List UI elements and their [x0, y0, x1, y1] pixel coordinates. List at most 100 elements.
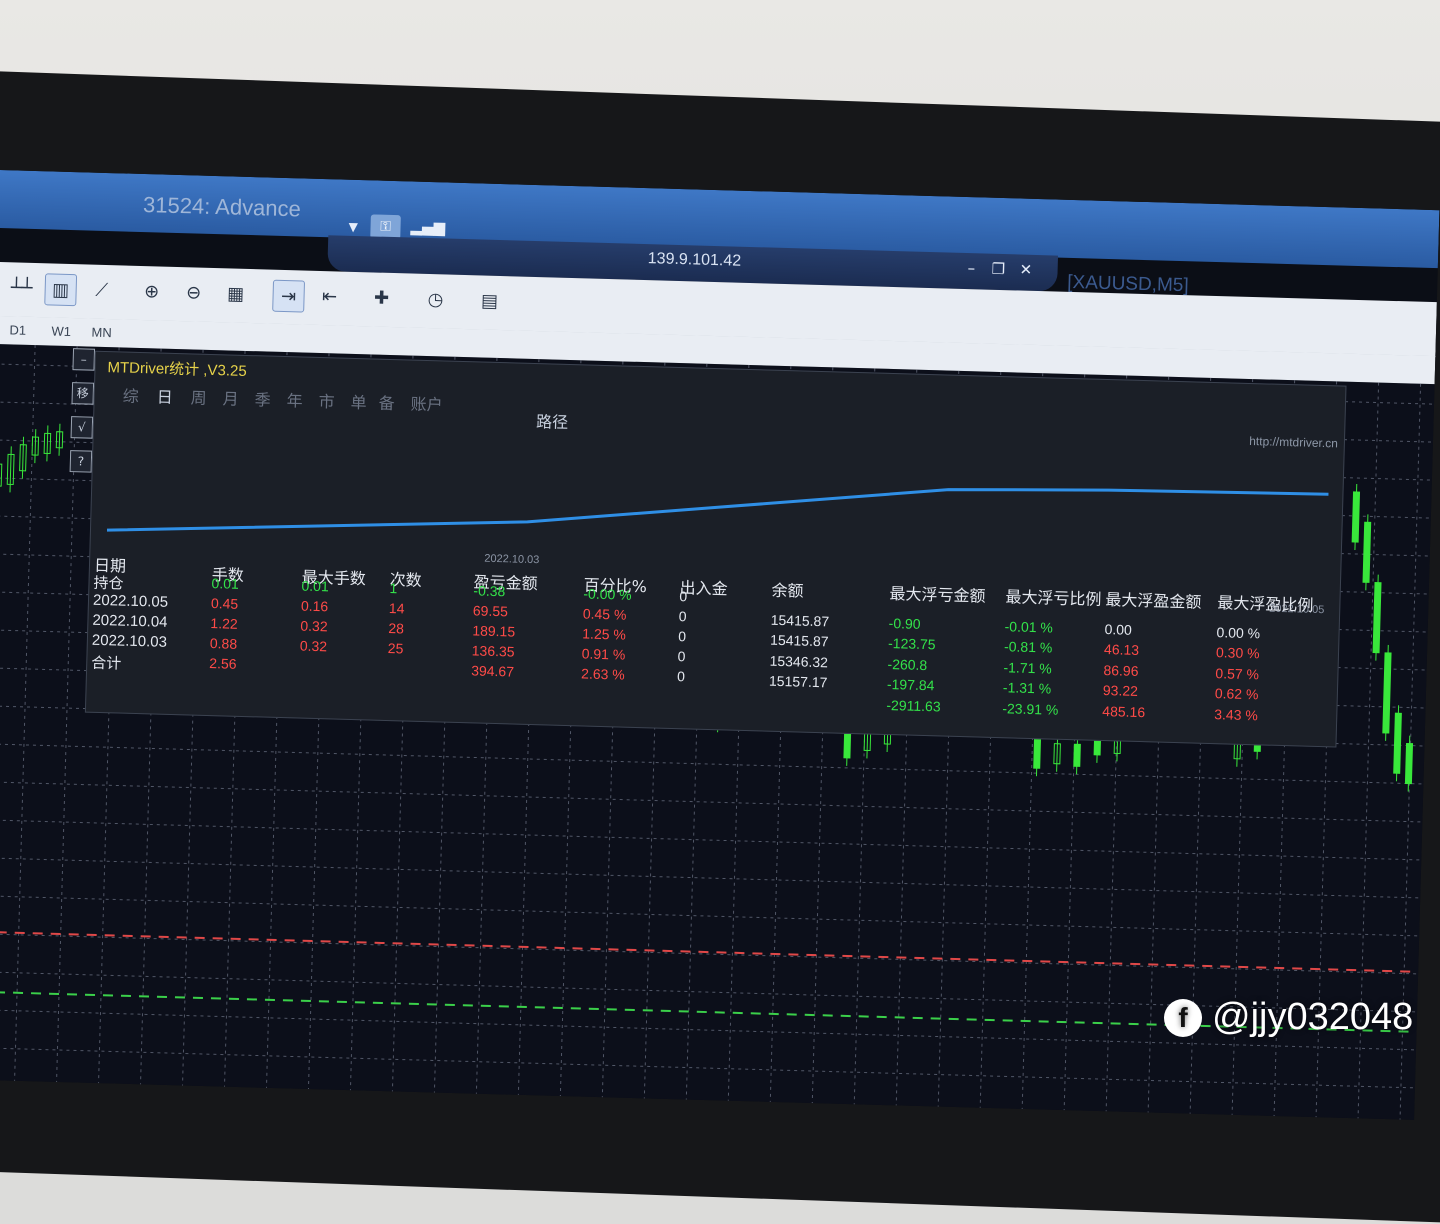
- stats-panel: MTDriver统计 ,V3.25 综 日 周 月 季 年 市 单 备 账户 路…: [84, 350, 1347, 748]
- menu-day[interactable]: 日: [156, 383, 173, 407]
- table-cell: 1: [389, 580, 398, 597]
- zoom-out-icon[interactable]: ⊖: [178, 277, 209, 308]
- restore-button[interactable]: ❐: [991, 260, 1005, 278]
- candle: [1382, 644, 1392, 741]
- signal-icon[interactable]: ▂▄▆: [410, 217, 445, 236]
- menu-month[interactable]: 月: [222, 385, 239, 409]
- table-cell: 86.96: [1103, 661, 1139, 679]
- menu-note[interactable]: 备: [378, 390, 395, 414]
- periods-icon[interactable]: ◷: [420, 284, 451, 315]
- panel-collapse-button[interactable]: –: [72, 348, 96, 371]
- menu-market[interactable]: 市: [318, 388, 335, 412]
- table-cell: 0.91 %: [581, 645, 626, 663]
- menu-account[interactable]: 账户: [410, 391, 443, 416]
- remote-display-icon[interactable]: ⚿: [370, 214, 401, 240]
- table-cell: 0.30 %: [1215, 644, 1260, 662]
- table-cell: 0: [677, 648, 686, 665]
- grid-line: [0, 819, 1422, 861]
- table-cell: 0: [678, 608, 687, 625]
- table-cell: 合计: [91, 654, 122, 673]
- templates-icon[interactable]: ▤: [474, 285, 505, 316]
- table-cell: -123.75: [887, 635, 936, 653]
- watermark: f @jjy032048: [1164, 996, 1413, 1039]
- table-cell: -0.01 %: [1004, 617, 1054, 636]
- table-cell: -2911.63: [886, 696, 941, 715]
- bar-chart-icon[interactable]: ┴┴: [6, 272, 37, 303]
- indicators-icon[interactable]: ✚: [366, 282, 397, 313]
- table-cell: -0.81 %: [1003, 638, 1053, 656]
- timeframe-mn[interactable]: MN: [91, 325, 112, 341]
- panel-move-button[interactable]: 移: [71, 382, 95, 405]
- table-cell: 持仓: [93, 574, 124, 593]
- candle: [1404, 735, 1414, 792]
- table-cell: 394.67: [470, 662, 515, 680]
- minimize-button[interactable]: –: [967, 259, 975, 277]
- grid-line: [0, 857, 1421, 899]
- table-cell: 0.01: [211, 575, 240, 592]
- chevron-down-icon[interactable]: ▼: [348, 220, 358, 234]
- menu-week[interactable]: 周: [190, 384, 207, 408]
- candlestick-icon[interactable]: ▥: [44, 273, 78, 307]
- table-cell: 2.56: [209, 655, 237, 672]
- candle: [1372, 574, 1382, 661]
- table-cell: 14: [388, 600, 405, 617]
- table-cell: 2022.10.04: [92, 611, 168, 631]
- candle: [1393, 705, 1402, 782]
- candle: [1053, 735, 1061, 772]
- table-cell: 0.45: [210, 595, 239, 612]
- table-cell: 0: [676, 668, 686, 685]
- table-cell: 15346.32: [769, 652, 829, 671]
- candle: [1351, 483, 1361, 550]
- table-cell: 0.00: [1104, 620, 1133, 638]
- window-title: 31524: Advance: [142, 192, 302, 222]
- table-cell: 15415.87: [769, 631, 829, 650]
- table-cell: 15415.87: [770, 611, 830, 629]
- watermark-text: @jjy032048: [1212, 996, 1414, 1038]
- table-cell: -260.8: [887, 655, 928, 673]
- timeframe-w1[interactable]: W1: [51, 324, 71, 340]
- candle: [19, 436, 27, 479]
- date-start-label: 2022.10.03: [484, 552, 540, 567]
- table-cell: 0.01: [301, 577, 329, 595]
- menu-order[interactable]: 单: [350, 389, 367, 413]
- facebook-logo-icon: f: [1164, 998, 1202, 1037]
- monitor-screen: 31524: Advance ▼ ⚿ ▂▄▆ 139.9.101.42 – ❐ …: [0, 170, 1440, 1120]
- candle: [1073, 736, 1081, 775]
- grid-line: [13, 345, 36, 1085]
- grid-line: [0, 1047, 1415, 1089]
- candle: [43, 425, 52, 462]
- panel-help-button[interactable]: ?: [69, 450, 93, 473]
- table-cell: 1.22: [210, 615, 238, 632]
- chart-shift-icon[interactable]: ⇤: [314, 281, 345, 312]
- table-cell: 0.62 %: [1214, 685, 1259, 703]
- level-line: [0, 930, 1419, 973]
- candle: [0, 463, 3, 487]
- table-cell: 2022.10.03: [91, 631, 168, 651]
- table-header: 最大浮亏金额: [889, 584, 986, 606]
- menu-year[interactable]: 年: [286, 387, 303, 411]
- equity-curve-line: [106, 488, 1329, 532]
- menu-summary[interactable]: 综: [122, 383, 139, 407]
- table-cell: -23.91 %: [1002, 700, 1059, 718]
- candle: [1362, 514, 1372, 591]
- grid-line: [0, 933, 1419, 975]
- table-cell: -1.31 %: [1002, 679, 1052, 697]
- timeframe-d1[interactable]: D1: [9, 322, 26, 337]
- table-cell: 3.43 %: [1214, 706, 1259, 724]
- table-cell: 25: [387, 640, 404, 657]
- panel-check-button[interactable]: √: [70, 416, 94, 439]
- close-button[interactable]: ✕: [1019, 261, 1032, 279]
- menu-quarter[interactable]: 季: [254, 386, 271, 410]
- zoom-in-icon[interactable]: ⊕: [136, 276, 167, 307]
- table-cell: 0.45 %: [582, 605, 627, 623]
- table-cell: 0.32: [299, 637, 328, 655]
- table-cell: -0.90: [888, 614, 921, 632]
- panel-url[interactable]: http://mtdriver.cn: [1249, 434, 1338, 450]
- table-cell: -1.71 %: [1003, 659, 1052, 677]
- candle: [55, 423, 64, 456]
- line-chart-icon[interactable]: ⟋: [86, 274, 117, 305]
- table-cell: 0.57 %: [1215, 664, 1260, 683]
- tile-windows-icon[interactable]: ▦: [220, 278, 251, 309]
- autoscroll-icon[interactable]: ⇥: [272, 279, 306, 313]
- table-cell: -0.38: [473, 582, 506, 600]
